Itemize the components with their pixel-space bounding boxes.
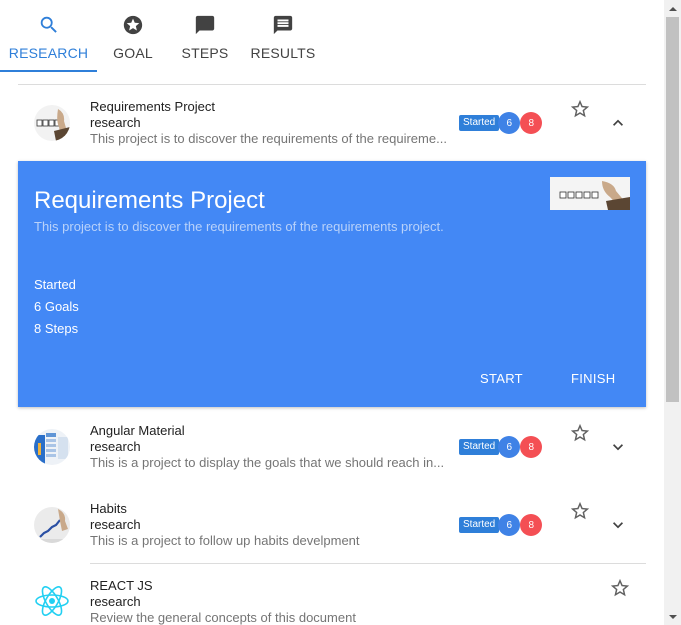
search-icon: [37, 13, 61, 37]
item-category: research: [90, 517, 141, 532]
panel-goals: 6 Goals: [34, 299, 79, 314]
item-badges: Started 6 8: [459, 436, 543, 458]
panel-status: Started: [34, 277, 76, 292]
tab-results[interactable]: RESULTS: [241, 0, 325, 72]
avatar: [34, 105, 70, 141]
goals-count-badge: 6: [498, 112, 521, 134]
item-title: Requirements Project: [90, 99, 215, 114]
vertical-scrollbar[interactable]: [664, 0, 681, 625]
item-badges: Started 6 8: [459, 514, 543, 536]
item-description: This is a project to follow up habits de…: [90, 533, 360, 548]
goals-count-badge: 6: [498, 436, 521, 458]
list-item-react-js[interactable]: REACT JS research Review the general con…: [18, 564, 646, 625]
star-outline-icon[interactable]: [569, 98, 591, 120]
scroll-down-arrow-icon[interactable]: [664, 608, 681, 625]
item-title: REACT JS: [90, 578, 153, 593]
chevron-down-icon[interactable]: [608, 437, 628, 457]
list-item-habits[interactable]: Habits research This is a project to fol…: [18, 487, 646, 563]
project-image: [550, 177, 630, 210]
finish-button[interactable]: FINISH: [571, 371, 615, 386]
tab-goal-label: GOAL: [113, 45, 153, 61]
steps-count-badge: 8: [520, 436, 543, 458]
item-badges: Started 6 8: [459, 112, 543, 134]
status-badge: Started: [459, 115, 500, 131]
star-outline-icon[interactable]: [569, 422, 591, 444]
avatar: [34, 507, 70, 543]
item-category: research: [90, 594, 141, 609]
item-text: REACT JS research Review the general con…: [90, 578, 460, 625]
item-text: Angular Material research This is a proj…: [90, 423, 460, 471]
app-root: RESEARCH GOAL STEPS RESULTS Requirements…: [0, 0, 681, 625]
tab-steps-label: STEPS: [181, 45, 229, 61]
tab-goal[interactable]: GOAL: [97, 0, 169, 72]
item-title: Angular Material: [90, 423, 185, 438]
expanded-project-panel: Requirements Project This project is to …: [18, 161, 646, 407]
tab-results-label: RESULTS: [250, 45, 316, 61]
chevron-up-icon[interactable]: [608, 113, 628, 133]
star-outline-icon[interactable]: [569, 500, 591, 522]
chevron-down-icon[interactable]: [608, 515, 628, 535]
item-category: research: [90, 115, 141, 130]
goals-count-badge: 6: [498, 514, 521, 536]
panel-steps: 8 Steps: [34, 321, 79, 336]
panel-title: Requirements Project: [34, 187, 265, 214]
tab-bar: RESEARCH GOAL STEPS RESULTS: [0, 0, 664, 72]
star-outline-icon[interactable]: [609, 577, 631, 599]
tab-research[interactable]: RESEARCH: [0, 0, 97, 72]
message-icon: [271, 13, 295, 37]
list-item-angular-material[interactable]: Angular Material research This is a proj…: [18, 409, 646, 485]
item-description: Review the general concepts of this docu…: [90, 610, 356, 625]
panel-description: This project is to discover the requirem…: [34, 219, 444, 234]
start-button[interactable]: START: [480, 371, 523, 386]
list-item-requirements[interactable]: Requirements Project research This proje…: [18, 85, 646, 161]
scroll-up-arrow-icon[interactable]: [664, 0, 681, 17]
status-badge: Started: [459, 517, 500, 533]
comment-icon: [193, 13, 217, 37]
avatar: [34, 429, 70, 465]
item-title: Habits: [90, 501, 127, 516]
item-description: This is a project to display the goals t…: [90, 455, 445, 470]
item-text: Requirements Project research This proje…: [90, 99, 460, 147]
tab-research-label: RESEARCH: [8, 45, 89, 61]
star-circle-icon: [121, 13, 145, 37]
steps-count-badge: 8: [520, 514, 543, 536]
steps-count-badge: 8: [520, 112, 543, 134]
item-description: This project is to discover the requirem…: [90, 131, 447, 146]
item-text: Habits research This is a project to fol…: [90, 501, 460, 549]
item-category: research: [90, 439, 141, 454]
status-badge: Started: [459, 439, 500, 455]
react-logo-icon: [34, 583, 70, 619]
scrollbar-thumb[interactable]: [666, 17, 679, 402]
tab-steps[interactable]: STEPS: [169, 0, 241, 72]
